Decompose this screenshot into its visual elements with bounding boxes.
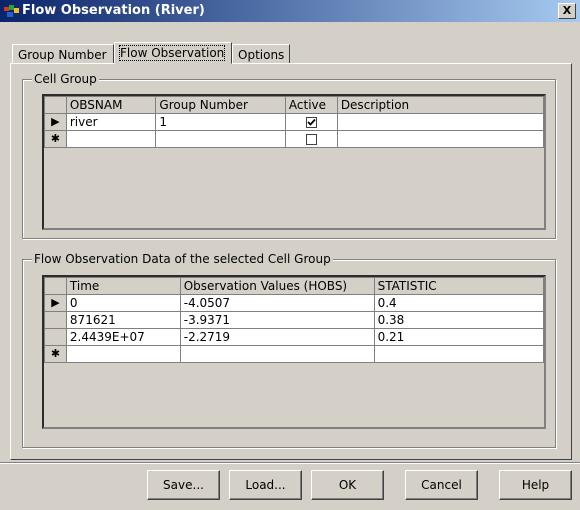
corner-cell xyxy=(44,277,67,295)
current-row-indicator-icon: ▶ xyxy=(44,294,67,312)
title-bar: Flow Observation (River) X xyxy=(0,0,580,22)
save-button[interactable]: Save... xyxy=(147,470,220,500)
cell-group-grid[interactable]: OBSNAM Group Number Active Description ▶… xyxy=(42,94,546,230)
description-cell[interactable] xyxy=(336,113,544,131)
separator xyxy=(0,462,580,464)
obsnam-cell[interactable] xyxy=(65,130,157,148)
column-header-description[interactable]: Description xyxy=(336,96,544,114)
active-checkbox[interactable] xyxy=(305,134,317,145)
corner-cell xyxy=(44,96,67,114)
statistic-cell[interactable]: 0.38 xyxy=(373,311,544,329)
row-indicator xyxy=(44,328,67,346)
group-number-cell[interactable] xyxy=(155,130,286,148)
active-checkbox[interactable] xyxy=(305,117,317,128)
column-header-hobs[interactable]: Observation Values (HOBS) xyxy=(179,277,375,295)
new-row[interactable]: ✱ xyxy=(44,345,544,363)
active-cell[interactable] xyxy=(284,113,338,131)
current-row-indicator-icon: ▶ xyxy=(44,113,67,131)
cell-group-table: OBSNAM Group Number Active Description ▶… xyxy=(44,96,544,148)
window-title: Flow Observation (River) xyxy=(22,3,205,18)
hobs-cell[interactable]: -3.9371 xyxy=(179,311,375,329)
tab-group-number[interactable]: Group Number xyxy=(12,44,114,64)
statistic-cell[interactable]: 0.4 xyxy=(373,294,544,312)
column-header-active[interactable]: Active xyxy=(284,96,338,114)
hobs-cell[interactable] xyxy=(179,345,375,363)
statistic-cell[interactable]: 0.21 xyxy=(373,328,544,346)
table-row[interactable]: ▶ river 1 xyxy=(44,113,544,131)
table-row[interactable]: 871621 -3.9371 0.38 xyxy=(44,311,544,329)
hobs-cell[interactable]: -4.0507 xyxy=(179,294,375,312)
time-cell[interactable] xyxy=(65,345,181,363)
tab-label: Group Number xyxy=(18,48,107,62)
column-header-statistic[interactable]: STATISTIC xyxy=(373,277,544,295)
row-indicator xyxy=(44,311,67,329)
table-header-row: Time Observation Values (HOBS) STATISTIC xyxy=(44,277,544,295)
time-cell[interactable]: 0 xyxy=(65,294,181,312)
ok-button[interactable]: OK xyxy=(311,470,384,500)
time-cell[interactable]: 2.4439E+07 xyxy=(65,328,181,346)
flow-data-label: Flow Observation Data of the selected Ce… xyxy=(32,252,333,266)
description-cell[interactable] xyxy=(336,130,544,148)
table-row[interactable]: ▶ 0 -4.0507 0.4 xyxy=(44,294,544,312)
time-cell[interactable]: 871621 xyxy=(65,311,181,329)
cancel-button[interactable]: Cancel xyxy=(405,470,478,500)
group-number-cell[interactable]: 1 xyxy=(155,113,286,131)
app-icon xyxy=(4,5,19,17)
flow-data-table: Time Observation Values (HOBS) STATISTIC… xyxy=(44,277,544,363)
obsnam-cell[interactable]: river xyxy=(65,113,157,131)
column-header-time[interactable]: Time xyxy=(65,277,181,295)
new-row-indicator-icon: ✱ xyxy=(44,130,67,148)
column-header-group-number[interactable]: Group Number xyxy=(155,96,286,114)
new-row-indicator-icon: ✱ xyxy=(44,345,67,363)
tab-label: Options xyxy=(238,48,285,62)
tab-label: Flow Observation xyxy=(118,45,226,61)
close-button[interactable]: X xyxy=(558,3,576,19)
cell-group-label: Cell Group xyxy=(32,72,99,86)
active-cell[interactable] xyxy=(284,130,338,148)
flow-data-grid[interactable]: Time Observation Values (HOBS) STATISTIC… xyxy=(42,275,546,429)
load-button[interactable]: Load... xyxy=(229,470,302,500)
new-row[interactable]: ✱ xyxy=(44,130,544,148)
tab-options[interactable]: Options xyxy=(232,44,290,64)
table-row[interactable]: 2.4439E+07 -2.2719 0.21 xyxy=(44,328,544,346)
tab-flow-observation[interactable]: Flow Observation xyxy=(114,42,232,64)
table-header-row: OBSNAM Group Number Active Description xyxy=(44,96,544,114)
column-header-obsnam[interactable]: OBSNAM xyxy=(65,96,157,114)
hobs-cell[interactable]: -2.2719 xyxy=(179,328,375,346)
checkmark-icon xyxy=(307,118,316,126)
help-button[interactable]: Help xyxy=(499,470,572,500)
statistic-cell[interactable] xyxy=(373,345,544,363)
